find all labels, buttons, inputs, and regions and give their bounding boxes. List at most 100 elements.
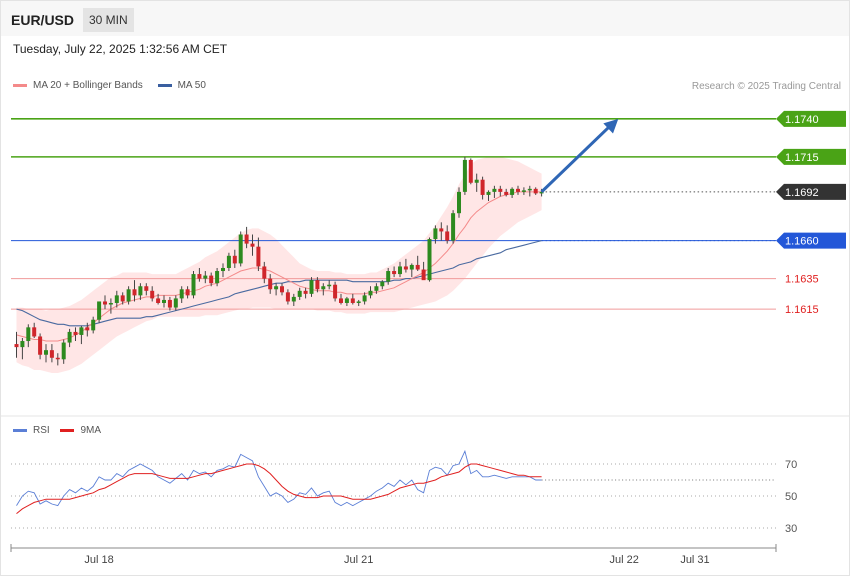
- candle-body-43: [268, 278, 273, 290]
- candle-body-49: [303, 290, 308, 294]
- candle-body-85: [516, 188, 520, 192]
- candle-body-53: [327, 284, 332, 287]
- level-label-4: 1.1635: [785, 274, 819, 286]
- candle-body-23: [150, 290, 155, 299]
- rsi-tick-label-0: 70: [785, 459, 797, 471]
- candle-body-72: [439, 228, 444, 232]
- candle-body-74: [451, 213, 456, 241]
- rsi-series-rsi: [16, 449, 542, 507]
- candle-body-87: [527, 188, 532, 191]
- candle-body-17: [114, 295, 119, 303]
- candle-body-16: [108, 302, 113, 305]
- candle-body-88: [533, 188, 538, 194]
- candle-body-80: [486, 191, 491, 195]
- candle-body-65: [398, 266, 402, 275]
- candle-body-83: [504, 191, 509, 195]
- candle-body-26: [167, 299, 172, 308]
- candle-body-9: [67, 331, 72, 343]
- x-tick-label-1: Jul 21: [344, 554, 373, 566]
- candle-body-69: [421, 269, 426, 281]
- bollinger-band-area: [16, 156, 542, 373]
- candle-body-47: [291, 296, 296, 302]
- candle-body-48: [297, 290, 302, 297]
- candle-body-86: [521, 190, 526, 192]
- level-labels: 1.1740 1.1715 1.1692 1.1660 1.1635 1.1615: [776, 110, 846, 316]
- x-axis: Jul 18 Jul 21 Jul 22 Jul 31: [10, 544, 777, 566]
- candle-body-6: [49, 350, 54, 358]
- candle-body-59: [362, 295, 367, 302]
- candle-body-31: [197, 274, 202, 279]
- candle-body-57: [350, 298, 355, 303]
- candle-body-15: [103, 301, 107, 305]
- x-tick-label-3: Jul 31: [680, 554, 709, 566]
- candle-body-63: [386, 271, 391, 282]
- level-label-0: 1.1740: [785, 114, 819, 126]
- projection-arrow: [540, 118, 619, 193]
- candle-body-30: [191, 274, 196, 296]
- candle-body-2: [26, 327, 31, 342]
- candle-body-62: [380, 281, 385, 287]
- candle-body-33: [209, 275, 214, 284]
- bollinger-band: [16, 156, 542, 373]
- candle-body-18: [120, 295, 125, 302]
- candle-body-84: [510, 188, 515, 195]
- candle-body-60: [368, 290, 373, 296]
- price-and-rsi-chart: 705030 1.17401.17151.16921.16601.16351.1…: [1, 110, 849, 566]
- candle-body-68: [415, 264, 420, 270]
- candle-body-27: [173, 298, 178, 308]
- candle-body-81: [492, 188, 497, 192]
- candle-body-50: [309, 280, 314, 294]
- candle-body-19: [126, 289, 131, 302]
- candle-body-5: [44, 350, 48, 355]
- candle-body-36: [226, 255, 231, 268]
- candle-body-75: [457, 191, 461, 214]
- candle-body-73: [445, 231, 450, 241]
- candle-body-58: [356, 301, 361, 303]
- candle-body-13: [91, 319, 96, 331]
- candle-body-38: [238, 234, 243, 264]
- candle-body-1: [20, 341, 25, 348]
- candle-body-25: [162, 299, 166, 303]
- candle-body-61: [374, 286, 379, 291]
- candle-body-64: [392, 271, 397, 275]
- candle-body-4: [38, 336, 43, 355]
- candle-body-66: [403, 266, 408, 270]
- candle-body-21: [138, 286, 143, 296]
- candle-body-40: [250, 243, 255, 247]
- level-label-5: 1.1615: [785, 304, 819, 316]
- projection-line: [540, 122, 614, 193]
- rsi-lines: [16, 449, 776, 514]
- candle-body-3: [32, 327, 37, 337]
- candle-body-8: [61, 342, 66, 360]
- x-tick-label-2: Jul 22: [610, 554, 639, 566]
- candle-body-37: [232, 255, 237, 264]
- candle-body-7: [55, 357, 60, 360]
- candle-body-29: [185, 289, 190, 296]
- candle-body-32: [203, 275, 208, 279]
- candle-body-42: [262, 266, 267, 279]
- candle-body-20: [132, 289, 137, 296]
- candle-body-34: [215, 271, 220, 284]
- candle-body-44: [274, 286, 279, 290]
- candle-body-14: [97, 301, 102, 320]
- candle-body-35: [221, 267, 225, 272]
- candle-body-39: [244, 234, 249, 244]
- candle-body-79: [480, 179, 485, 195]
- candle-body-76: [462, 159, 467, 192]
- level-label-3: 1.1660: [785, 236, 819, 248]
- candle-body-56: [344, 298, 349, 303]
- rsi-tick-label-2: 30: [785, 523, 797, 535]
- candle-body-41: [256, 246, 261, 267]
- candle-body-0: [14, 344, 19, 348]
- candle-body-24: [156, 298, 161, 303]
- rsi-series-9ma: [16, 463, 542, 514]
- candle-body-78: [474, 179, 479, 183]
- candle-body-22: [144, 286, 149, 291]
- candle-body-70: [427, 239, 432, 281]
- candle-body-12: [85, 327, 90, 331]
- candle-body-45: [280, 286, 284, 293]
- x-tick-label-0: Jul 18: [84, 554, 113, 566]
- candle-body-77: [468, 159, 473, 183]
- candle-body-51: [315, 280, 320, 290]
- level-label-2: 1.1692: [785, 187, 819, 199]
